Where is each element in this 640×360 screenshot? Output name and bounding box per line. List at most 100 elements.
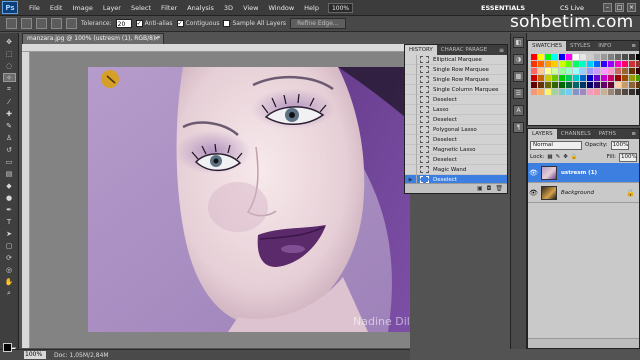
tab-paths[interactable]: PATHS	[595, 129, 620, 139]
anti-alias-checkbox[interactable]: ✓	[135, 20, 143, 27]
color-swatch[interactable]	[566, 54, 572, 60]
history-brush-source-icon[interactable]	[405, 54, 417, 65]
visibility-eye-icon[interactable]: 👁	[528, 169, 539, 177]
color-swatch[interactable]	[552, 68, 558, 74]
menu-image[interactable]: Image	[67, 4, 97, 12]
blur-tool-icon[interactable]: ◆	[3, 181, 16, 190]
color-swatch[interactable]	[580, 68, 586, 74]
color-swatch[interactable]	[622, 82, 628, 88]
color-swatch[interactable]	[587, 82, 593, 88]
opacity-input[interactable]: 100%	[610, 140, 629, 150]
history-brush-source-icon[interactable]	[405, 134, 417, 145]
color-swatch[interactable]	[629, 89, 635, 95]
trash-icon[interactable]: 🗑	[495, 185, 503, 192]
lock-brush-icon[interactable]: ✎	[556, 154, 561, 160]
color-swatch[interactable]	[531, 75, 537, 81]
color-swatch[interactable]	[622, 54, 628, 60]
color-swatch[interactable]	[566, 68, 572, 74]
history-panel-icon[interactable]: ☰	[513, 88, 524, 99]
anti-alias-option[interactable]: ✓ Anti-alias	[135, 20, 173, 27]
color-swatch[interactable]	[566, 75, 572, 81]
color-swatch[interactable]	[636, 54, 640, 60]
color-swatch[interactable]	[636, 89, 640, 95]
history-brush-source-icon[interactable]	[405, 114, 417, 125]
color-swatch[interactable]	[538, 68, 544, 74]
color-swatch[interactable]	[531, 54, 537, 60]
3d-orbit-icon[interactable]: ◎	[3, 265, 16, 274]
color-swatch[interactable]	[531, 68, 537, 74]
3d-rotate-icon[interactable]: ⟳	[3, 253, 16, 262]
history-item[interactable]: Lasso	[405, 104, 507, 115]
color-swatch[interactable]	[629, 82, 635, 88]
add-to-selection-icon[interactable]	[36, 18, 47, 29]
color-swatch[interactable]	[601, 82, 607, 88]
color-swatch[interactable]	[629, 61, 635, 67]
history-brush-source-icon[interactable]	[405, 124, 417, 135]
color-swatch[interactable]	[538, 75, 544, 81]
color-swatch[interactable]	[622, 89, 628, 95]
color-swatch[interactable]	[580, 89, 586, 95]
history-item[interactable]: Elliptical Marquee	[405, 54, 507, 65]
tolerance-input[interactable]: 20	[115, 19, 132, 28]
color-swatch[interactable]	[615, 54, 621, 60]
tab-character-paragraph[interactable]: CHARAC PARAGE	[437, 45, 491, 55]
history-item[interactable]: Magic Wand	[405, 164, 507, 175]
document-tab[interactable]: manzara.jpg @ 100% (ustresm (1), RGB/8) …	[22, 33, 164, 44]
history-item[interactable]: Polygonal Lasso	[405, 124, 507, 135]
menu-help[interactable]: Help	[299, 4, 324, 12]
foreground-color-swatch[interactable]	[3, 343, 12, 352]
tab-layers[interactable]: LAYERS	[528, 129, 557, 139]
camera-icon[interactable]: ◘	[487, 185, 492, 192]
color-swatch[interactable]	[559, 82, 565, 88]
panel-menu-icon[interactable]: ≡	[631, 131, 639, 137]
history-item[interactable]: Deselect	[405, 134, 507, 145]
workspace-switcher[interactable]: ESSENTIALS	[481, 4, 525, 12]
color-swatch[interactable]	[580, 82, 586, 88]
color-swatch[interactable]	[531, 61, 537, 67]
color-swatch[interactable]	[545, 54, 551, 60]
tool-preset-icon[interactable]	[6, 18, 17, 29]
color-swatch[interactable]	[552, 61, 558, 67]
layer-row[interactable]: 👁 Background 🔒	[528, 183, 639, 203]
blend-mode-select[interactable]: Normal	[530, 140, 582, 150]
color-swatch[interactable]	[559, 54, 565, 60]
pen-tool-icon[interactable]: ✒	[3, 205, 16, 214]
color-swatch[interactable]	[629, 68, 635, 74]
color-swatch[interactable]	[545, 61, 551, 67]
color-swatch[interactable]	[580, 54, 586, 60]
lock-position-icon[interactable]: ✥	[563, 154, 568, 160]
color-swatch[interactable]	[552, 89, 558, 95]
color-swatch[interactable]	[538, 61, 544, 67]
zoom-tool-icon[interactable]: ⌕	[3, 289, 16, 298]
adjustments-icon[interactable]: ◑	[513, 54, 524, 65]
color-swatch[interactable]	[587, 89, 593, 95]
menu-3d[interactable]: 3D	[219, 4, 238, 12]
color-swatch[interactable]	[608, 89, 614, 95]
color-swatch[interactable]	[587, 68, 593, 74]
color-panel-icon[interactable]: ◧	[513, 37, 524, 48]
menu-edit[interactable]: Edit	[45, 4, 68, 12]
new-document-icon[interactable]: ▣	[477, 185, 483, 192]
type-tool-icon[interactable]: T	[3, 217, 16, 226]
color-swatch[interactable]	[601, 68, 607, 74]
history-brush-source-icon[interactable]	[405, 144, 417, 155]
history-brush-source-icon[interactable]	[405, 104, 417, 115]
color-swatch[interactable]	[580, 61, 586, 67]
visibility-eye-icon[interactable]: 👁	[528, 189, 539, 197]
color-swatch[interactable]	[587, 54, 593, 60]
tab-history[interactable]: HISTORY	[405, 45, 437, 55]
color-swatch[interactable]	[608, 82, 614, 88]
refine-edge-button[interactable]: Refine Edge...	[290, 18, 346, 29]
menu-select[interactable]: Select	[126, 4, 156, 12]
subtract-selection-icon[interactable]	[51, 18, 62, 29]
color-swatch[interactable]	[559, 68, 565, 74]
layer-name[interactable]: ustresm (1)	[561, 170, 597, 176]
intersect-selection-icon[interactable]	[66, 18, 77, 29]
color-swatch[interactable]	[622, 61, 628, 67]
history-brush-source-icon[interactable]	[405, 64, 417, 75]
sample-all-layers-checkbox[interactable]	[223, 20, 231, 27]
color-swatch[interactable]	[573, 89, 579, 95]
color-swatch[interactable]	[566, 89, 572, 95]
doc-size-info[interactable]: Doc: 1,05M/2,84M	[54, 352, 109, 359]
color-swatch[interactable]	[531, 89, 537, 95]
